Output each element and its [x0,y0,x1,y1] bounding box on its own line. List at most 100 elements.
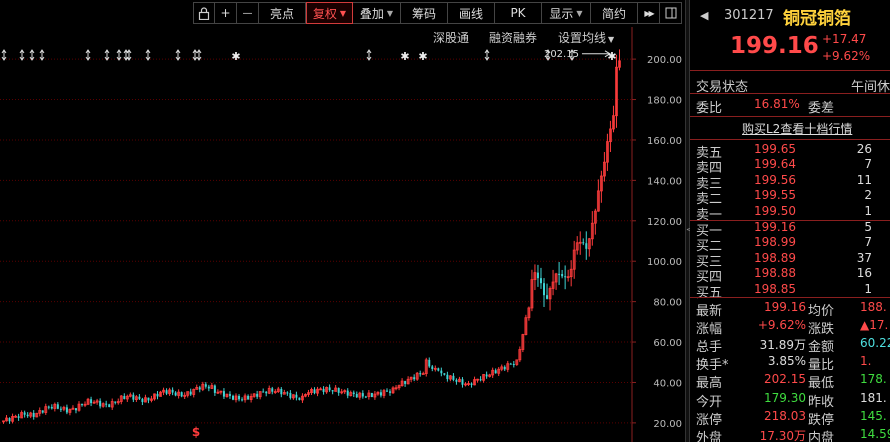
candle-body [331,390,334,392]
candle-body [470,383,473,385]
stat-value: 199.16 [764,300,806,314]
draw-line-button[interactable]: 画线 [448,2,495,24]
expand-right-icon [665,7,676,19]
candle-body [440,370,443,374]
stat-label: 最高 [696,376,723,392]
order-row[interactable]: 卖五 199.65 26 [690,142,890,161]
event-marker: ✱ [607,50,616,63]
candle-body [546,295,549,299]
simple-mode-button[interactable]: 简约 [591,2,638,24]
candle-body [165,390,168,394]
price-change: +17.47 [822,32,867,46]
order-price: 199.64 [754,157,796,172]
order-row[interactable]: 卖四 199.64 7 [690,157,890,176]
expand-button[interactable] [660,2,682,24]
candle-body [494,370,497,374]
candle-body [8,418,11,422]
order-volume: 16 [856,266,872,281]
y-tick-label: 80.00 [653,298,682,309]
order-row[interactable]: 卖二 199.55 2 [690,188,890,207]
candle-body [147,397,150,401]
stat-label: 总手 [696,340,723,356]
minus-icon: — [242,7,253,19]
chips-button[interactable]: 筹码 [401,2,448,24]
order-volume: 1 [864,203,872,218]
order-row[interactable]: 买四 198.88 16 [690,266,890,285]
candle-body [174,392,177,396]
last-price: 199.16 [730,33,819,59]
lock-button[interactable] [193,2,215,24]
candle-body [32,412,35,417]
overlay-dropdown[interactable]: 叠加 ▼ [353,2,401,24]
stat-label: 今开 [696,394,723,410]
order-row[interactable]: 卖一 199.50 1 [690,203,890,223]
candle-body [256,393,259,397]
divider [690,93,890,94]
stat-value: 3.85% [767,354,806,369]
candle-body [385,390,388,392]
stat-label: 内盘 [808,430,835,442]
order-row[interactable]: 买二 198.99 7 [690,235,890,254]
stat-row: 涨幅 +9.62% 涨跌 ▲17. [690,318,890,337]
buy-l2-link[interactable]: 购买L2查看十档行情 [742,120,852,137]
display-dropdown[interactable]: 显示 ▼ [542,2,591,24]
stat-label: 金额 [808,340,835,356]
y-tick-label: 200.00 [647,55,682,66]
stat-label: 外盘 [696,430,723,442]
y-tick-label: 60.00 [653,338,682,349]
stat-value: 31.89万 [759,338,806,353]
candle-body [81,404,84,406]
candle-body [141,398,144,403]
order-price: 198.99 [754,235,796,250]
stat-value: 14.59 [860,426,890,441]
candle-body [271,388,274,392]
order-row[interactable]: 买三 198.89 37 [690,251,890,270]
kline-svg: 200.00 180.00 160.00 140.00 120.00 100.00 80.0… [0,27,682,442]
candle-body [114,401,117,403]
order-volume: 7 [864,157,872,172]
kline-chart[interactable]: 200.00 180.00 160.00 140.00 120.00 100.00 80.0… [0,27,685,442]
candle-body [47,406,50,408]
order-volume: 7 [864,235,872,250]
shengutong-link[interactable]: 深股通 [433,29,469,46]
plus-icon: + [220,6,231,20]
candle-body [132,394,135,400]
caret-down-icon: ▼ [339,8,347,18]
candle-body [265,391,268,394]
candle-body [437,368,440,371]
candle-body [461,379,464,385]
stat-row: 最高 202.15 最低 178. [690,372,890,392]
stat-row: 换手* 3.85% 量比 1. [690,354,890,374]
stock-code: 301217 [724,8,774,23]
stat-label: 最新 [696,304,723,319]
forward-button[interactable]: ▶▶ [638,2,660,24]
candle-body [180,392,183,397]
zoom-in-button[interactable]: + [215,2,237,24]
order-row[interactable]: 买五 198.85 1 [690,282,890,301]
candle-body [419,373,422,375]
candle-body [346,390,349,396]
ma-settings-dropdown[interactable]: 设置均线 ▼ [558,29,614,46]
prev-stock-icon[interactable]: ◀ [700,9,708,22]
stat-label: 换手* [696,358,729,374]
zoom-out-button[interactable]: — [237,2,259,24]
stat-value: 178. [860,372,887,387]
stat-value: 1. [860,354,872,369]
order-row[interactable]: 买一 199.16 5 [690,220,890,239]
event-marker: ✱ [400,50,409,63]
highlight-button[interactable]: 亮点 [259,2,306,24]
restore-rights-dropdown[interactable]: 复权 ▼ [306,2,353,24]
pk-button[interactable]: PK [495,2,542,24]
order-row[interactable]: 卖三 199.56 11 [690,172,890,192]
event-marker: ✱ [231,50,240,63]
candle-body [543,283,546,296]
y-tick-label: 140.00 [647,176,682,187]
order-volume: 11 [856,172,872,187]
stat-row: 最新 199.16 均价 188. [690,300,890,319]
candle-body [379,392,382,396]
divider [690,70,890,71]
stat-label: 量比 [808,358,835,374]
candle-body [313,389,316,394]
stat-label: 最低 [808,376,835,392]
margin-trading-link[interactable]: 融资融券 [489,29,537,46]
